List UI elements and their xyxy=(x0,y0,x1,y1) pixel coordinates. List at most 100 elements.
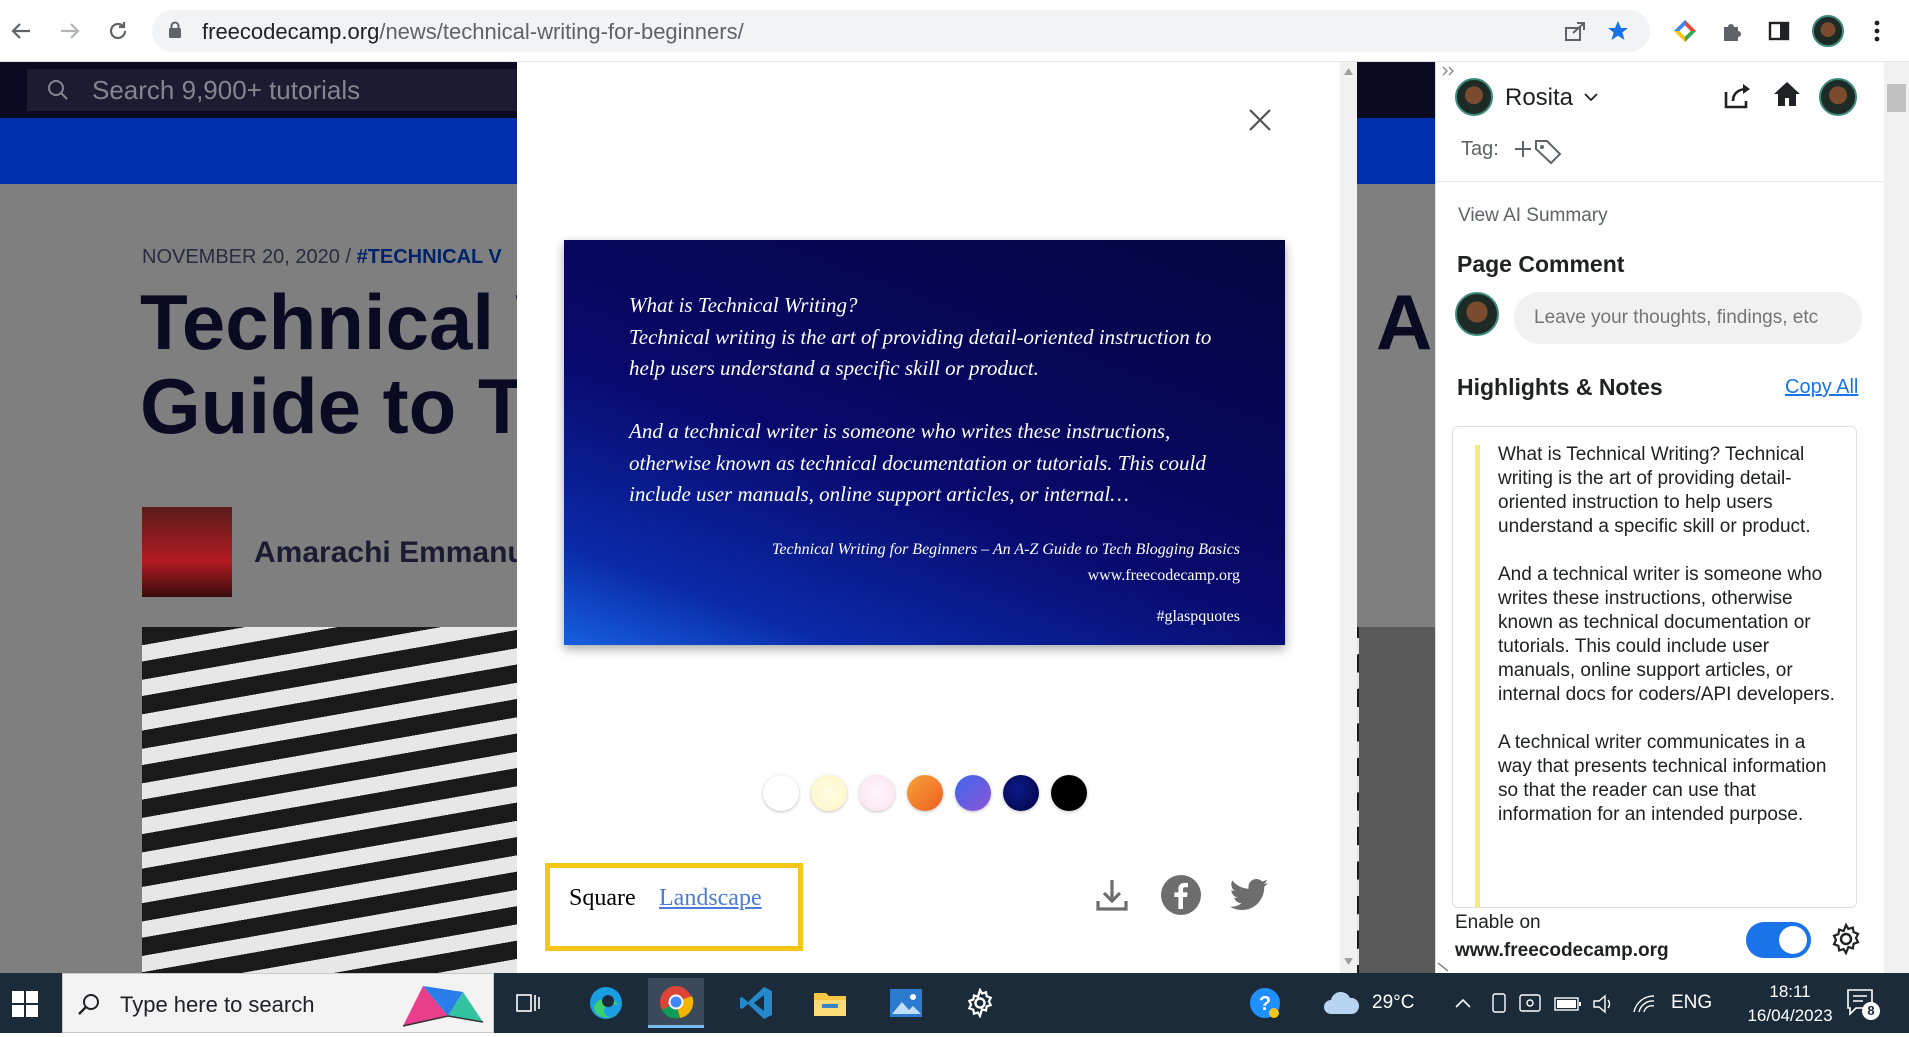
color-swatch[interactable] xyxy=(763,775,799,811)
notifications-button[interactable]: 8 xyxy=(1846,988,1880,1020)
meet-now-icon xyxy=(1519,994,1541,1012)
volume-icon[interactable] xyxy=(1592,994,1616,1014)
page-comment-heading: Page Comment xyxy=(1457,251,1625,277)
enable-toggle[interactable] xyxy=(1746,922,1811,958)
modal-scrollbar[interactable] xyxy=(1340,62,1357,973)
clock-date: 16/04/2023 xyxy=(1747,1006,1833,1025)
share-icon xyxy=(1565,22,1585,41)
task-view-button[interactable] xyxy=(500,978,556,1028)
search-kite-art xyxy=(393,976,489,1032)
battery-icon xyxy=(1554,997,1581,1011)
edge-icon xyxy=(590,987,622,1019)
vscode-app[interactable] xyxy=(728,978,784,1028)
user-avatar[interactable] xyxy=(1455,78,1493,116)
author-avatar[interactable] xyxy=(142,507,232,597)
arrow-right-icon xyxy=(61,23,80,39)
cloud-weather-icon[interactable] xyxy=(1321,990,1361,1018)
color-swatch[interactable] xyxy=(1051,775,1087,811)
task-view-icon xyxy=(516,994,540,1012)
view-ai-summary-link[interactable]: View AI Summary xyxy=(1458,205,1608,227)
highlight-card[interactable]: What is Technical Writing? Technical wri… xyxy=(1452,426,1857,908)
article-tag[interactable]: #TECHNICAL V xyxy=(357,246,502,268)
highlights-notes-heading: Highlights & Notes xyxy=(1457,374,1663,400)
chrome-app[interactable] xyxy=(648,978,704,1028)
enable-on-label: Enable on xyxy=(1455,912,1541,933)
chevron-down-icon[interactable] xyxy=(1584,92,1598,102)
toggle-knob xyxy=(1779,926,1807,954)
windows-start-icon[interactable] xyxy=(12,991,38,1017)
side-panel-icon xyxy=(1768,21,1790,41)
color-swatch[interactable] xyxy=(955,775,991,811)
download-button[interactable] xyxy=(1091,874,1133,916)
kebab-menu-icon xyxy=(1874,20,1880,42)
color-swatch[interactable] xyxy=(859,775,895,811)
chevron-up-icon[interactable] xyxy=(1454,997,1472,1009)
file-explorer-app[interactable] xyxy=(802,978,858,1028)
share-twitter-button[interactable] xyxy=(1228,874,1270,916)
format-selector-highlight: Square Landscape xyxy=(545,863,803,951)
photos-app[interactable] xyxy=(878,978,934,1028)
arrow-left-icon xyxy=(11,23,30,39)
wifi-icon[interactable] xyxy=(1632,994,1656,1014)
format-landscape-option[interactable]: Landscape xyxy=(659,885,762,912)
color-swatch[interactable] xyxy=(1003,775,1039,811)
quote-source-title: Technical Writing for Beginners – An A-Z… xyxy=(772,541,1240,558)
highlight-paragraph: And a technical writer is someone who wr… xyxy=(1498,564,1835,705)
author-name[interactable]: Amarachi Emmanue xyxy=(254,536,542,570)
forward-button[interactable] xyxy=(53,14,87,48)
edge-app[interactable] xyxy=(578,978,634,1028)
highlight-paragraph: What is Technical Writing? Technical wri… xyxy=(1498,444,1811,537)
fcc-search-input[interactable]: Search 9,900+ tutorials xyxy=(27,69,547,111)
extensions-button[interactable] xyxy=(1715,14,1749,48)
add-tag-icon[interactable] xyxy=(1514,137,1564,165)
resize-handle-icon[interactable] xyxy=(1437,962,1449,972)
browser-menu-button[interactable] xyxy=(1860,14,1894,48)
scroll-up-arrow-icon xyxy=(1344,68,1353,75)
highlight-text: What is Technical Writing? Technical wri… xyxy=(1498,443,1843,851)
star-filled-icon xyxy=(1608,21,1628,40)
external-share-icon[interactable] xyxy=(1723,82,1753,110)
glasp-logo-icon xyxy=(1674,20,1696,42)
twitter-icon xyxy=(1229,878,1269,911)
side-panel-button[interactable] xyxy=(1762,14,1796,48)
profile-avatar xyxy=(1812,15,1844,47)
language-indicator[interactable]: ENG xyxy=(1671,992,1712,1014)
page-comment-input[interactable] xyxy=(1514,292,1862,344)
share-page-button[interactable] xyxy=(1558,14,1592,48)
gear-icon[interactable] xyxy=(1829,922,1863,956)
glasp-extension-button[interactable] xyxy=(1668,14,1702,48)
puzzle-icon xyxy=(1724,24,1741,41)
address-bar[interactable]: freecodecamp.org/news/technical-writing-… xyxy=(152,10,1650,52)
close-modal-button[interactable] xyxy=(1240,100,1280,140)
panel-scrollbar[interactable] xyxy=(1884,62,1909,973)
help-icon[interactable]: ? xyxy=(1248,986,1282,1020)
browser-toolbar: freecodecamp.org/news/technical-writing-… xyxy=(0,0,1909,62)
panel-scrollbar-thumb[interactable] xyxy=(1887,84,1906,112)
user-name[interactable]: Rosita xyxy=(1505,84,1573,112)
bookmark-button[interactable] xyxy=(1601,14,1635,48)
collapse-panel-icon[interactable] xyxy=(1442,66,1456,76)
close-icon xyxy=(1249,109,1271,131)
folder-icon xyxy=(814,993,846,1016)
color-swatch[interactable] xyxy=(811,775,847,811)
settings-app[interactable] xyxy=(952,978,1008,1028)
profile-button[interactable] xyxy=(1811,14,1845,48)
reload-button[interactable] xyxy=(101,14,135,48)
panel-profile-avatar[interactable] xyxy=(1819,78,1857,116)
weather-temp[interactable]: 29°C xyxy=(1372,992,1414,1014)
clock-time: 18:11 xyxy=(1769,982,1811,1001)
format-square-option[interactable]: Square xyxy=(569,885,636,912)
home-icon[interactable] xyxy=(1772,80,1802,108)
copy-all-link[interactable]: Copy All xyxy=(1785,376,1858,399)
tag-label: Tag: xyxy=(1461,138,1499,160)
clock[interactable]: 18:11 16/04/2023 xyxy=(1745,980,1835,1028)
highlight-color-bar xyxy=(1475,445,1480,907)
facebook-icon xyxy=(1161,875,1201,915)
share-facebook-button[interactable] xyxy=(1160,874,1202,916)
quote-card-preview: What is Technical Writing? Technical wri… xyxy=(564,240,1285,645)
meta-separator: / xyxy=(345,246,351,268)
search-icon xyxy=(48,80,68,100)
quote-text: What is Technical Writing? Technical wri… xyxy=(629,293,1212,506)
back-button[interactable] xyxy=(4,14,38,48)
color-swatch[interactable] xyxy=(907,775,943,811)
